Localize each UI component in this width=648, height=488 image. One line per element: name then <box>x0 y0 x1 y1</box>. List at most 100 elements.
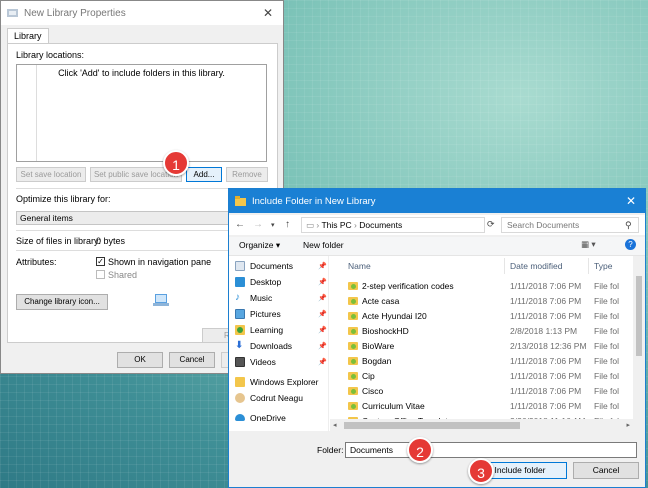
nav-item-learning[interactable]: Learning 📌 <box>235 322 327 337</box>
table-row[interactable]: Curriculum Vitae 1/11/2018 7:06 PM File fo… <box>348 399 648 413</box>
dialog-titlebar: Include Folder in New Library ✕ <box>229 189 645 213</box>
step-badge-1: 1 <box>163 150 189 176</box>
column-header-name[interactable]: Name <box>348 258 371 274</box>
table-row[interactable]: Bogdan 1/11/2018 7:06 PM File fol <box>348 354 648 368</box>
table-row[interactable]: Acte Hyundai I20 1/11/2018 7:06 PM File fo… <box>348 309 648 323</box>
step-badge-3: 3 <box>468 458 494 484</box>
table-row[interactable]: BioshockHD 2/8/2018 1:13 PM File fol <box>348 324 648 338</box>
nav-item-downloads[interactable]: ⬇ Downloads 📌 <box>235 338 327 353</box>
user-icon <box>235 392 245 403</box>
pin-icon: 📌 <box>318 262 327 270</box>
pin-icon: 📌 <box>318 342 327 350</box>
table-row[interactable]: Cip 1/11/2018 7:06 PM File fol <box>348 369 648 383</box>
documents-icon <box>235 260 245 271</box>
browser-content: Documents 📌 Desktop 📌 ♪ Music 📌 Pictures 📌 L… <box>229 255 645 432</box>
nav-item-codrut-neagu[interactable]: Codrut Neagu <box>235 390 327 405</box>
new-folder-button[interactable]: New folder <box>303 240 344 250</box>
folder-icon <box>348 372 358 380</box>
recent-locations-icon[interactable]: ▾ <box>271 221 275 229</box>
column-header-type[interactable]: Type <box>594 258 612 274</box>
shared-label: Shared <box>108 270 138 280</box>
scroll-left-icon[interactable]: ◂ <box>333 421 337 429</box>
view-options-icon[interactable]: ▦ ▾ <box>581 239 596 250</box>
pin-icon: 📌 <box>318 294 327 302</box>
table-row[interactable]: Acte casa 1/11/2018 7:06 PM File fol <box>348 294 648 308</box>
breadcrumb[interactable]: ▭ › This PC › Documents <box>301 217 485 233</box>
close-icon[interactable]: ✕ <box>253 6 283 20</box>
nav-item-documents[interactable]: Documents 📌 <box>235 258 327 273</box>
table-row[interactable]: 2-step verification codes 1/11/2018 7:06 … <box>348 279 648 293</box>
folder-icon <box>348 327 358 335</box>
address-bar: ← → ▾ ↑ ▭ › This PC › Documents ⟳ Search… <box>229 215 645 235</box>
folder-icon <box>235 324 245 335</box>
nav-item-desktop[interactable]: Desktop 📌 <box>235 274 327 289</box>
folder-label: Folder: <box>317 445 344 455</box>
forward-icon[interactable]: → <box>253 219 263 230</box>
add-button[interactable]: Add... <box>186 167 222 182</box>
dialog-cancel-button[interactable]: Cancel <box>573 462 639 479</box>
nav-item-windows-explorer[interactable]: Windows Explorer <box>235 374 327 389</box>
size-value: 0 bytes <box>96 236 126 246</box>
file-list: Name Date modified Type 2-step verificat… <box>330 256 645 432</box>
shown-in-nav-checkbox[interactable]: ✓ <box>96 257 105 266</box>
breadcrumb-this-pc[interactable]: This PC <box>321 220 351 230</box>
desktop-icon <box>235 276 245 287</box>
ok-button[interactable]: OK <box>117 352 163 368</box>
pc-icon: ▭ › <box>306 220 322 230</box>
back-icon[interactable]: ← <box>235 219 245 230</box>
shared-checkbox[interactable] <box>96 270 105 279</box>
locations-hint: Click 'Add' to include folders in this l… <box>58 68 225 78</box>
vertical-scrollbar[interactable] <box>633 256 645 419</box>
organize-button[interactable]: Organize ▾ <box>239 240 280 251</box>
folder-icon <box>348 297 358 305</box>
navigation-pane: Documents 📌 Desktop 📌 ♪ Music 📌 Pictures 📌 L… <box>229 256 329 432</box>
pin-icon: 📌 <box>318 326 327 334</box>
scroll-right-icon[interactable]: ▸ <box>626 421 630 429</box>
search-icon: ⚲ <box>625 220 632 230</box>
tab-library[interactable]: Library <box>7 28 49 43</box>
nav-item-onedrive[interactable]: OneDrive <box>235 410 327 425</box>
downloads-icon: ⬇ <box>235 339 244 351</box>
breadcrumb-documents[interactable]: Documents <box>359 220 402 230</box>
library-locations-label: Library locations: <box>16 50 85 60</box>
table-row[interactable]: Cisco 1/11/2018 7:06 PM File fol <box>348 384 648 398</box>
dialog-close-icon[interactable]: ✕ <box>617 194 645 208</box>
library-locations-list[interactable]: Click 'Add' to include folders in this l… <box>16 64 267 162</box>
change-library-icon-button[interactable]: Change library icon... <box>16 294 108 310</box>
folder-icon <box>348 357 358 365</box>
nav-item-music[interactable]: ♪ Music 📌 <box>235 290 327 305</box>
attributes-label: Attributes: <box>16 257 57 267</box>
column-header-date[interactable]: Date modified <box>510 258 562 274</box>
folder-icon <box>348 402 358 410</box>
pin-icon: 📌 <box>318 358 327 366</box>
set-save-location-button[interactable]: Set save location <box>16 167 86 182</box>
music-icon: ♪ <box>235 291 240 303</box>
nav-item-pictures[interactable]: Pictures 📌 <box>235 306 327 321</box>
cancel-button[interactable]: Cancel <box>169 352 215 368</box>
pin-icon: 📌 <box>318 278 327 286</box>
help-icon[interactable]: ? <box>625 239 636 250</box>
properties-titlebar: New Library Properties ✕ <box>1 1 283 25</box>
windows-explorer-icon <box>235 376 245 387</box>
nav-item-videos[interactable]: Videos 📌 <box>235 354 327 369</box>
library-preview-icon <box>153 294 169 306</box>
optimize-label: Optimize this library for: <box>16 194 111 204</box>
dialog-title: Include Folder in New Library <box>252 195 376 207</box>
folder-icon <box>348 342 358 350</box>
pin-icon: 📌 <box>318 310 327 318</box>
horizontal-scrollbar[interactable]: ◂ ▸ <box>330 419 645 432</box>
properties-title: New Library Properties <box>24 7 126 19</box>
library-icon <box>7 9 18 17</box>
folder-icon <box>235 196 246 206</box>
folder-input[interactable]: Documents <box>345 442 637 458</box>
shown-in-nav-label: Shown in navigation pane <box>108 257 212 267</box>
up-icon[interactable]: ↑ <box>285 219 290 230</box>
command-bar: Organize ▾ New folder ▦ ▾ ? <box>229 237 645 255</box>
search-input[interactable]: Search Documents <box>501 217 639 233</box>
include-folder-dialog: Include Folder in New Library ✕ ← → ▾ ↑ … <box>228 188 646 488</box>
table-row[interactable]: BioWare 2/13/2018 12:36 PM File fol <box>348 339 648 353</box>
remove-button[interactable]: Remove <box>226 167 268 182</box>
refresh-icon[interactable]: ⟳ <box>487 219 495 230</box>
videos-icon <box>235 356 245 367</box>
step-badge-2: 2 <box>407 437 433 463</box>
